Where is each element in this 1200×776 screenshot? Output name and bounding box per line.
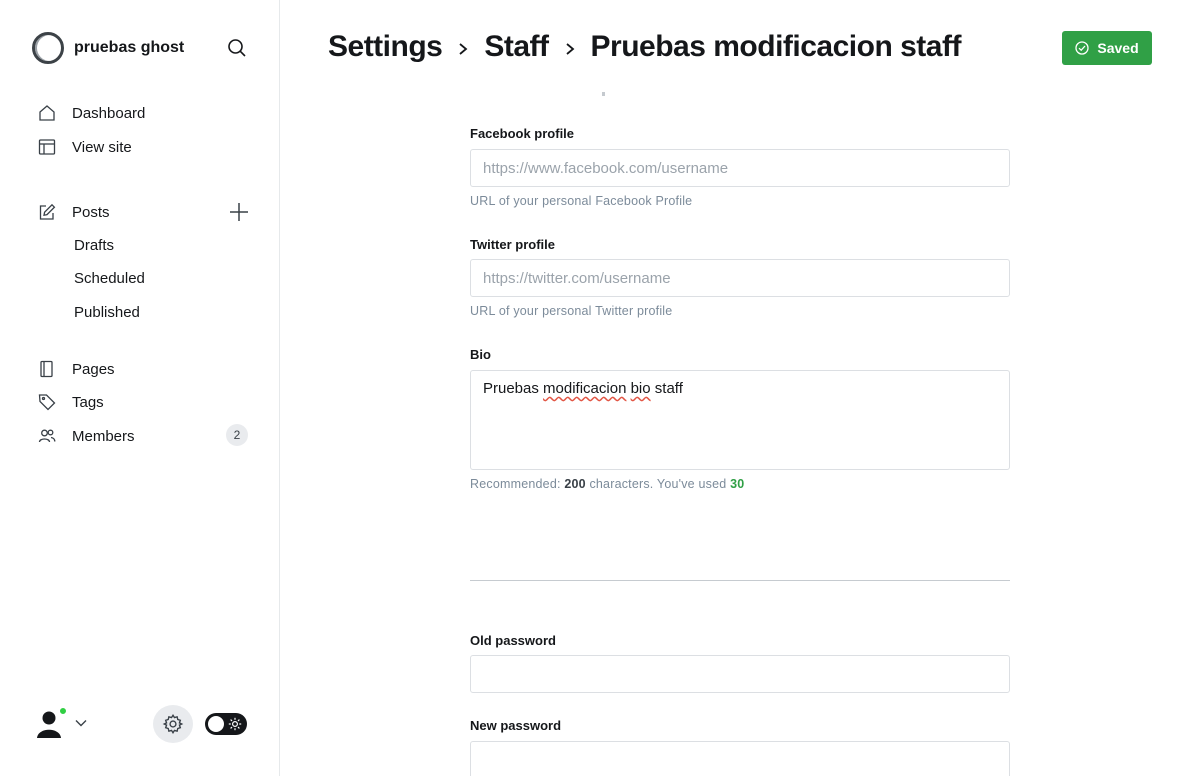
twitter-label: Twitter profile bbox=[470, 237, 555, 252]
nav-members-label: Members bbox=[72, 427, 135, 445]
old-password-label: Old password bbox=[470, 633, 556, 648]
members-icon bbox=[38, 427, 56, 445]
chevron-right-icon bbox=[456, 42, 470, 56]
layout-icon bbox=[38, 138, 56, 156]
chevron-right-icon bbox=[563, 42, 577, 56]
nav-view-site[interactable]: View site bbox=[38, 135, 132, 159]
save-button[interactable]: Saved bbox=[1062, 31, 1152, 65]
toggle-knob bbox=[208, 716, 224, 732]
home-icon bbox=[38, 104, 56, 122]
nav-drafts[interactable]: Drafts bbox=[74, 235, 114, 257]
gear-icon[interactable] bbox=[153, 705, 193, 743]
bio-word: staff bbox=[654, 380, 683, 397]
nav-tags[interactable]: Tags bbox=[38, 390, 104, 414]
section-divider bbox=[470, 580, 1010, 581]
nav-members[interactable]: Members bbox=[38, 424, 135, 448]
plus-icon[interactable] bbox=[228, 201, 250, 223]
members-count-badge: 2 bbox=[226, 424, 248, 446]
page-icon bbox=[38, 360, 56, 378]
user-menu[interactable] bbox=[32, 706, 88, 740]
search-icon[interactable] bbox=[226, 37, 248, 59]
site-name: pruebas ghost bbox=[74, 39, 185, 56]
bio-word-misspelled: bio bbox=[630, 380, 651, 397]
twitter-hint: URL of your personal Twitter profile bbox=[470, 304, 673, 318]
nav-pages[interactable]: Pages bbox=[38, 357, 115, 381]
edit-icon bbox=[38, 203, 56, 221]
bio-word-misspelled: modificacion bbox=[543, 380, 627, 397]
nav-view-site-label: View site bbox=[72, 138, 132, 156]
twitter-input[interactable] bbox=[470, 259, 1010, 297]
sidebar: pruebas ghost Dashboard View site Posts … bbox=[0, 0, 280, 776]
tag-icon bbox=[38, 393, 56, 411]
sun-icon bbox=[228, 717, 242, 731]
bio-hint-max: 200 bbox=[564, 477, 586, 491]
bio-hint-prefix: Recommended: bbox=[470, 477, 565, 491]
bio-char-count: 30 bbox=[730, 477, 745, 491]
facebook-label: Facebook profile bbox=[470, 126, 575, 141]
nav-posts[interactable]: Posts bbox=[38, 200, 110, 224]
nav-dashboard-label: Dashboard bbox=[72, 104, 146, 122]
site-logo bbox=[32, 32, 64, 64]
nav-pages-label: Pages bbox=[72, 360, 115, 378]
nav-scheduled[interactable]: Scheduled bbox=[74, 268, 145, 290]
online-status-dot bbox=[58, 706, 68, 716]
save-button-label: Saved bbox=[1097, 40, 1139, 56]
new-password-label: New password bbox=[470, 718, 562, 733]
bio-textarea[interactable]: Pruebas modificacion bio staff bbox=[470, 370, 1010, 470]
old-password-input[interactable] bbox=[470, 655, 1010, 693]
breadcrumb-settings[interactable]: Settings bbox=[328, 30, 443, 64]
new-password-input[interactable] bbox=[470, 741, 1010, 776]
scroll-remnant bbox=[602, 92, 605, 96]
bio-hint-middle: characters. You've used bbox=[585, 477, 731, 491]
facebook-input[interactable] bbox=[470, 149, 1010, 187]
site-brand[interactable]: pruebas ghost bbox=[32, 32, 184, 64]
avatar bbox=[32, 706, 68, 740]
nav-published[interactable]: Published bbox=[74, 302, 140, 324]
nav-tags-label: Tags bbox=[72, 393, 104, 411]
bio-word: Pruebas bbox=[483, 380, 539, 397]
breadcrumb: Settings Staff Pruebas modificacion staf… bbox=[328, 26, 961, 68]
nav-dashboard[interactable]: Dashboard bbox=[38, 101, 145, 125]
facebook-hint: URL of your personal Facebook Profile bbox=[470, 194, 693, 208]
check-circle-icon bbox=[1075, 41, 1090, 55]
breadcrumb-staff[interactable]: Staff bbox=[484, 30, 549, 64]
nav-posts-label: Posts bbox=[72, 203, 110, 221]
chevron-down-icon bbox=[74, 716, 88, 730]
bio-label: Bio bbox=[470, 347, 491, 362]
theme-toggle[interactable] bbox=[205, 713, 247, 735]
bio-hint: Recommended: 200 characters. You've used… bbox=[470, 477, 744, 491]
page-title: Pruebas modificacion staff bbox=[590, 30, 962, 63]
